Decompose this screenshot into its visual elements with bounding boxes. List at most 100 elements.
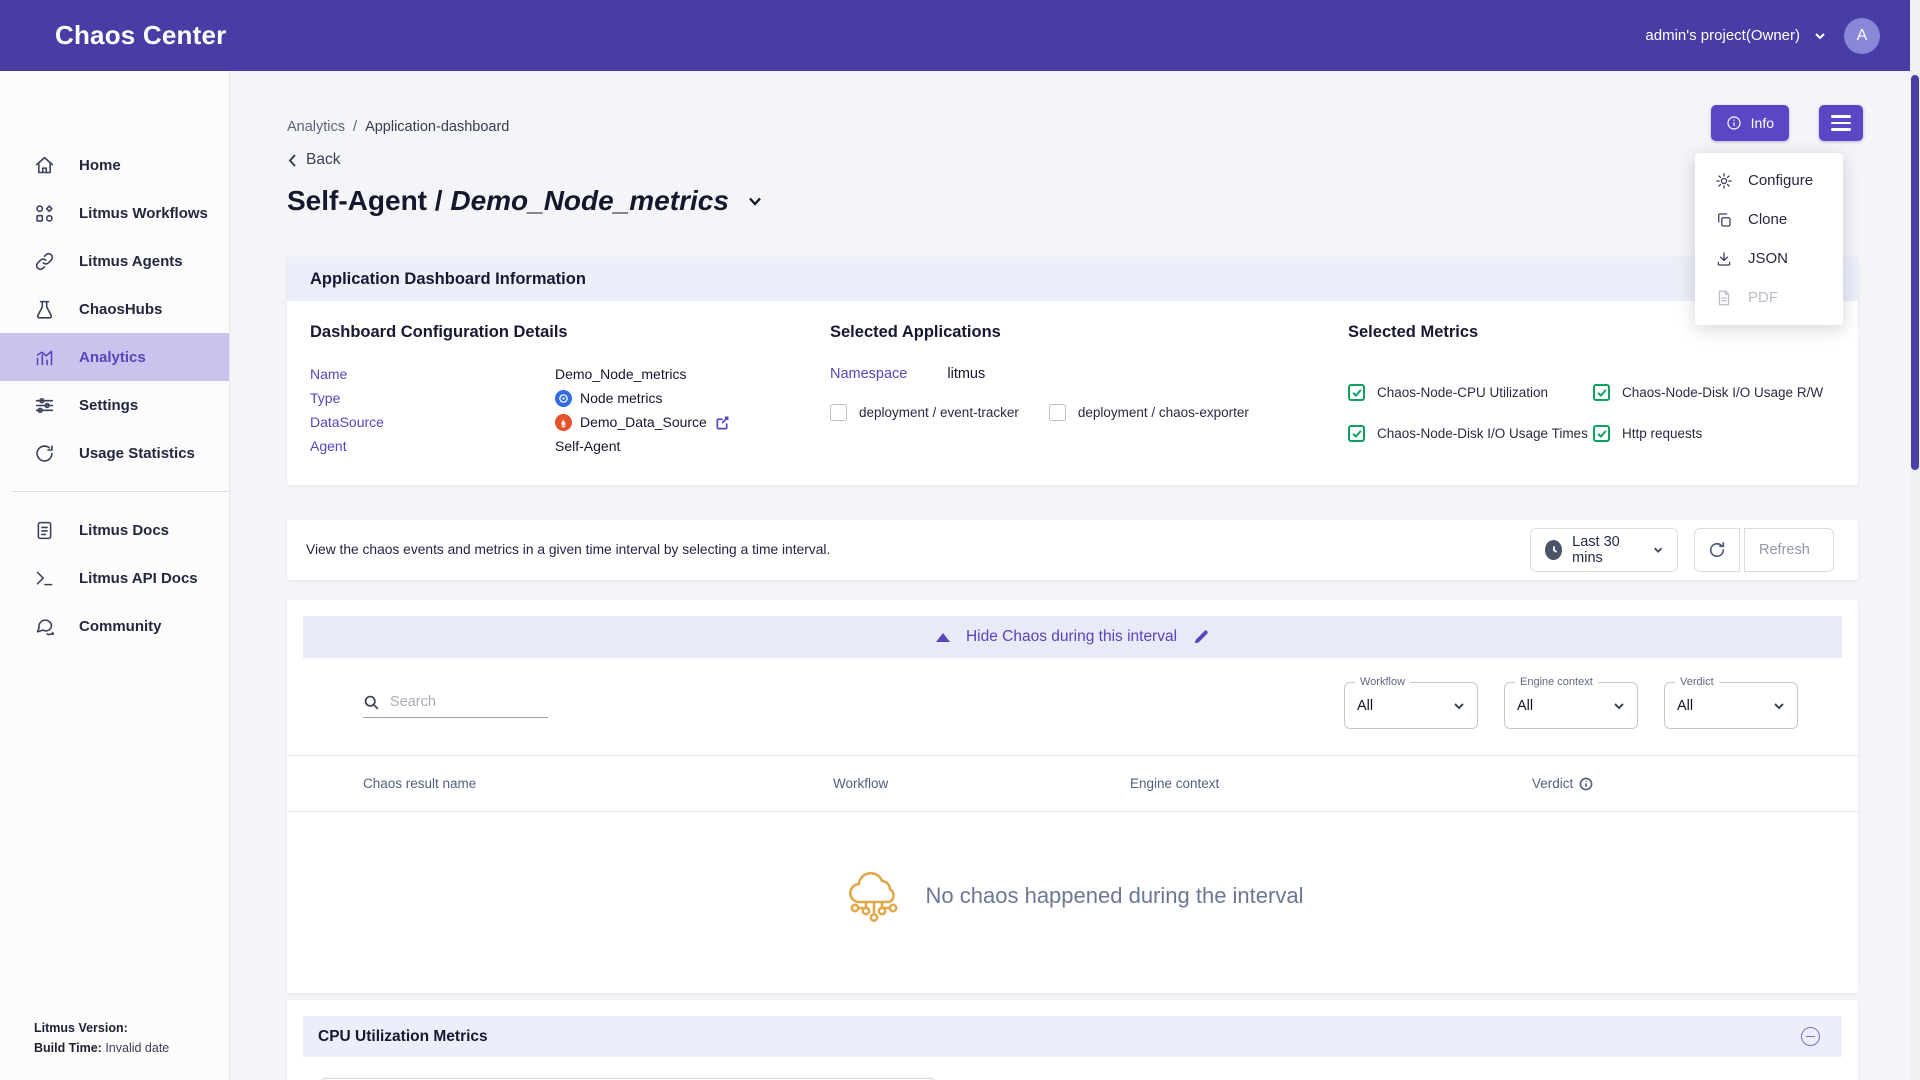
- empty-state: No chaos happened during the interval: [303, 864, 1842, 928]
- info-circle-icon[interactable]: [1579, 777, 1593, 791]
- sidebar-item-chaoshubs[interactable]: ChaosHubs: [0, 285, 229, 333]
- dashboard-name: Demo_Node_metrics: [450, 185, 729, 216]
- interval-panel: View the chaos events and metrics in a g…: [287, 520, 1858, 580]
- scrollbar-thumb[interactable]: [1911, 75, 1919, 470]
- checkbox-checked-icon: [1348, 425, 1365, 442]
- checkbox-checked-icon: [1593, 384, 1610, 401]
- link-icon: [34, 251, 55, 272]
- home-icon: [34, 155, 55, 176]
- cpu-metrics-title: CPU Utilization Metrics: [318, 1028, 488, 1046]
- breadcrumb: Analytics / Application-dashboard: [287, 119, 1858, 135]
- top-header: Chaos Center admin's project(Owner) A: [0, 0, 1920, 71]
- menu-item-configure[interactable]: Configure: [1695, 161, 1843, 200]
- sidebar-item-settings[interactable]: Settings: [0, 381, 229, 429]
- checkbox-disk-usage-times[interactable]: Chaos-Node-Disk I/O Usage Times: [1348, 425, 1593, 442]
- analytics-icon: [34, 347, 55, 368]
- title-dropdown-icon[interactable]: [747, 193, 763, 209]
- refresh-interval-select[interactable]: Refresh: [1744, 528, 1834, 572]
- column-chaos-result-name: Chaos result name: [363, 776, 833, 791]
- options-dropdown-menu: Configure Clone JSON PDF: [1695, 153, 1843, 325]
- search-input[interactable]: [390, 694, 540, 710]
- sidebar-item-litmus-docs[interactable]: Litmus Docs: [0, 506, 229, 554]
- breadcrumb-current: Application-dashboard: [365, 119, 509, 135]
- checkbox-event-tracker[interactable]: deployment / event-tracker: [830, 404, 1019, 421]
- namespace-row: Namespace litmus: [830, 366, 1348, 382]
- chaos-cloud-icon: [842, 864, 906, 928]
- usage-statistics-icon: [34, 443, 55, 464]
- clock-icon: [1545, 540, 1562, 560]
- sidebar-item-litmus-agents[interactable]: Litmus Agents: [0, 237, 229, 285]
- copy-icon: [1715, 211, 1733, 229]
- sidebar-item-analytics[interactable]: Analytics: [0, 333, 229, 381]
- info-button[interactable]: Info: [1711, 105, 1789, 141]
- prometheus-icon: [555, 414, 572, 431]
- document-icon: [34, 520, 55, 541]
- flask-icon: [34, 299, 55, 320]
- checkbox-chaos-exporter[interactable]: deployment / chaos-exporter: [1049, 404, 1249, 421]
- breadcrumb-separator: /: [353, 119, 357, 135]
- refresh-now-button[interactable]: [1694, 528, 1740, 572]
- checkbox-http-requests[interactable]: Http requests: [1593, 425, 1835, 442]
- checkbox-checked-icon: [1348, 384, 1365, 401]
- checkbox-unchecked-icon: [830, 404, 847, 421]
- more-options-button[interactable]: [1819, 105, 1863, 141]
- chevron-down-icon: [1613, 700, 1625, 712]
- dashboard-info-header: Application Dashboard Information: [287, 257, 1858, 301]
- sidebar-item-home[interactable]: Home: [0, 141, 229, 189]
- sidebar: Home Litmus Workflows Litmus Agents Chao…: [0, 71, 230, 1080]
- breadcrumb-analytics[interactable]: Analytics: [287, 119, 345, 135]
- external-link-icon[interactable]: [715, 415, 730, 430]
- cpu-metrics-header: CPU Utilization Metrics: [303, 1016, 1842, 1057]
- gear-icon: [1715, 172, 1733, 190]
- community-icon: [34, 616, 55, 637]
- checkbox-disk-usage-rw[interactable]: Chaos-Node-Disk I/O Usage R/W: [1593, 384, 1835, 401]
- chaos-table-panel: Hide Chaos during this interval Workflow…: [287, 600, 1858, 993]
- column-verdict: Verdict: [1532, 776, 1593, 791]
- checkbox-unchecked-icon: [1049, 404, 1066, 421]
- selected-applications-title: Selected Applications: [830, 323, 1348, 342]
- sidebar-item-community[interactable]: Community: [0, 602, 229, 650]
- file-icon: [1715, 289, 1733, 307]
- litmus-version-label: Litmus Version:: [34, 1021, 128, 1035]
- collapse-up-icon[interactable]: [936, 633, 950, 642]
- hide-chaos-toggle[interactable]: Hide Chaos during this interval: [966, 628, 1177, 646]
- build-time-value: Invalid date: [105, 1041, 169, 1055]
- dashboard-info-panel: Application Dashboard Information Dashbo…: [287, 257, 1858, 485]
- edit-pencil-icon[interactable]: [1193, 629, 1209, 645]
- project-selector[interactable]: admin's project(Owner): [1645, 27, 1826, 44]
- collapse-minus-icon[interactable]: [1801, 1027, 1820, 1046]
- search-field[interactable]: [363, 694, 548, 718]
- engine-context-filter-select[interactable]: Engine context All: [1504, 682, 1638, 729]
- selected-metrics-title: Selected Metrics: [1348, 323, 1835, 342]
- chevron-down-icon: [1653, 544, 1663, 556]
- config-row-name: Name Demo_Node_metrics: [310, 362, 830, 386]
- time-range-select[interactable]: Last 30 mins: [1530, 528, 1678, 572]
- menu-item-json[interactable]: JSON: [1695, 239, 1843, 278]
- download-icon: [1715, 250, 1733, 268]
- verdict-filter-select[interactable]: Verdict All: [1664, 682, 1798, 729]
- sidebar-item-litmus-workflows[interactable]: Litmus Workflows: [0, 189, 229, 237]
- chevron-down-icon: [1814, 30, 1826, 42]
- search-icon: [363, 694, 380, 711]
- config-row-agent: Agent Self-Agent: [310, 434, 830, 458]
- column-workflow: Workflow: [833, 776, 1130, 791]
- menu-item-pdf[interactable]: PDF: [1695, 278, 1843, 317]
- main-content: Analytics / Application-dashboard Back S…: [287, 71, 1858, 217]
- sidebar-item-litmus-api-docs[interactable]: Litmus API Docs: [0, 554, 229, 602]
- build-time-label: Build Time:: [34, 1041, 102, 1055]
- workflow-filter-select[interactable]: Workflow All: [1344, 682, 1478, 729]
- sidebar-item-usage-statistics[interactable]: Usage Statistics: [0, 429, 229, 477]
- refresh-icon: [1707, 540, 1727, 560]
- back-button[interactable]: Back: [287, 151, 1858, 169]
- checkbox-checked-icon: [1593, 425, 1610, 442]
- chevron-left-icon: [287, 153, 298, 168]
- cpu-metrics-panel: CPU Utilization Metrics: [287, 1000, 1858, 1080]
- interval-description: View the chaos events and metrics in a g…: [306, 540, 846, 561]
- page-scrollbar[interactable]: [1910, 0, 1920, 1080]
- column-engine-context: Engine context: [1130, 776, 1532, 791]
- chevron-down-icon: [1773, 700, 1785, 712]
- hamburger-icon: [1831, 115, 1851, 117]
- checkbox-cpu-utilization[interactable]: Chaos-Node-CPU Utilization: [1348, 384, 1593, 401]
- menu-item-clone[interactable]: Clone: [1695, 200, 1843, 239]
- avatar[interactable]: A: [1844, 18, 1880, 54]
